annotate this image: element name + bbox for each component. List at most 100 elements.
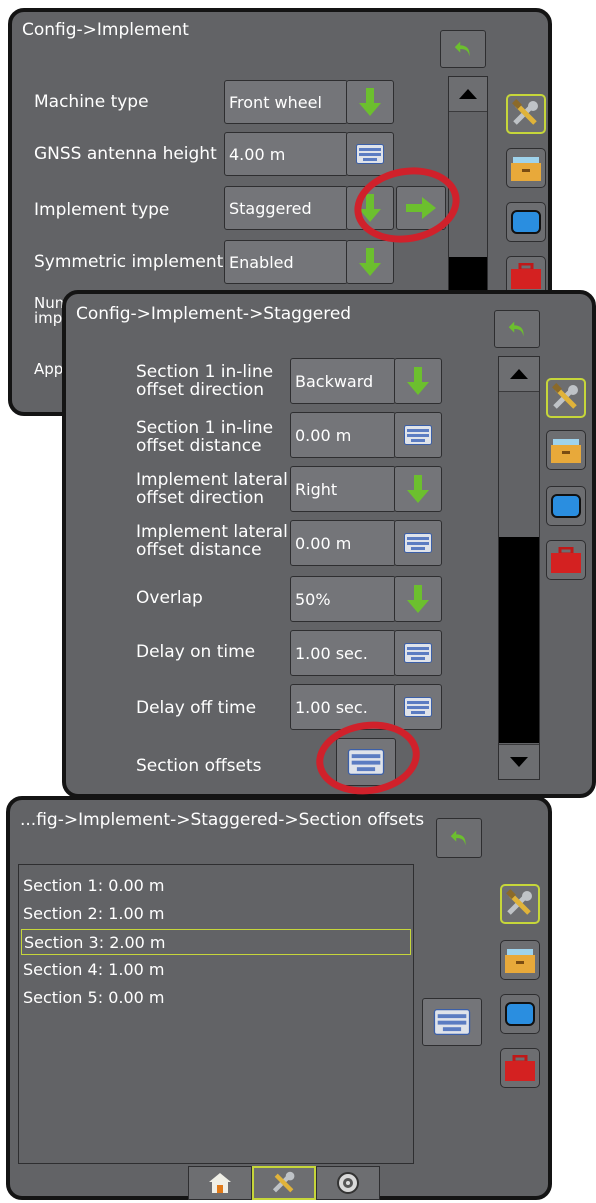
toolbox-icon: [551, 547, 581, 573]
symmetric-implement-field[interactable]: Enabled: [224, 240, 348, 284]
number-of-implements-label-line2: imp: [34, 309, 63, 327]
keyboard-icon: [404, 697, 432, 717]
side-display-button[interactable]: [546, 486, 586, 526]
side-tools-button[interactable]: [500, 884, 540, 924]
symmetric-implement-dropdown-button[interactable]: [346, 240, 394, 284]
side-display-button[interactable]: [500, 994, 540, 1034]
back-button[interactable]: [440, 30, 486, 68]
section-offsets-screen: ...fig->Implement->Staggered->Section of…: [6, 796, 552, 1200]
keyboard-icon: [433, 1009, 471, 1035]
section-offsets-list: Section 1: 0.00 m Section 2: 1.00 m Sect…: [18, 864, 414, 1164]
scroll-down-button[interactable]: [499, 744, 539, 779]
lateral-distance-label-line2: offset distance: [136, 540, 262, 560]
machine-type-label: Machine type: [34, 92, 149, 112]
back-button[interactable]: [494, 310, 540, 348]
display-icon: [511, 210, 541, 234]
delay-off-time-keyboard-button[interactable]: [394, 684, 442, 730]
machine-type-dropdown-button[interactable]: [346, 80, 394, 124]
section1-direction-dropdown-button[interactable]: [394, 358, 442, 404]
down-triangle-icon: [510, 757, 528, 767]
toolbox-icon: [505, 1055, 535, 1081]
edit-offset-keyboard-button[interactable]: [422, 998, 482, 1046]
home-icon: [209, 1173, 231, 1193]
side-job-folder-button[interactable]: [546, 430, 586, 470]
lateral-direction-dropdown-button[interactable]: [394, 466, 442, 512]
bottom-tab-bar: [188, 1166, 380, 1200]
screen-title: Config->Implement: [22, 20, 189, 40]
side-display-button[interactable]: [506, 202, 546, 242]
side-toolbox-button[interactable]: [500, 1048, 540, 1088]
lateral-distance-field[interactable]: 0.00 m: [290, 520, 396, 566]
list-item[interactable]: Section 5: 0.00 m: [21, 985, 411, 1011]
job-folder-icon: [551, 439, 581, 463]
delay-off-time-label: Delay off time: [136, 698, 257, 718]
scroll-up-button[interactable]: [449, 77, 487, 112]
staggered-config-screen: Config->Implement->Staggered Section 1 i…: [62, 290, 596, 798]
scrollbar[interactable]: [498, 356, 540, 780]
toolbox-icon: [511, 263, 541, 289]
side-toolbox-button[interactable]: [546, 540, 586, 580]
tab-home[interactable]: [188, 1166, 252, 1200]
tools-icon: [552, 383, 578, 409]
keyboard-icon: [356, 144, 384, 164]
side-tools-button[interactable]: [506, 94, 546, 134]
side-job-folder-button[interactable]: [500, 940, 540, 980]
implement-type-field[interactable]: Staggered: [224, 186, 348, 230]
list-item-selected[interactable]: Section 3: 2.00 m: [21, 929, 411, 955]
gnss-antenna-height-label: GNSS antenna height: [34, 144, 217, 164]
delay-on-time-label: Delay on time: [136, 642, 256, 662]
gnss-antenna-height-keyboard-button[interactable]: [346, 132, 394, 176]
green-down-arrow-icon: [407, 585, 429, 613]
implement-type-label: Implement type: [34, 200, 170, 220]
gnss-antenna-height-field[interactable]: 4.00 m: [224, 132, 348, 176]
back-button[interactable]: [436, 818, 482, 858]
screen-title: ...fig->Implement->Staggered->Section of…: [20, 810, 425, 830]
machine-type-field[interactable]: Front wheel: [224, 80, 348, 124]
lateral-direction-field[interactable]: Right: [290, 466, 396, 512]
overlap-dropdown-button[interactable]: [394, 576, 442, 622]
app-label: App: [34, 360, 64, 378]
lateral-direction-label-line1: Implement lateral: [136, 470, 288, 490]
gauge-icon: [337, 1172, 359, 1194]
section1-distance-field[interactable]: 0.00 m: [290, 412, 396, 458]
tools-icon: [272, 1171, 295, 1193]
scroll-up-button[interactable]: [499, 357, 539, 392]
section1-direction-field[interactable]: Backward: [290, 358, 396, 404]
lateral-direction-label-line2: offset direction: [136, 488, 264, 508]
overlap-label: Overlap: [136, 588, 203, 608]
section1-distance-label-line1: Section 1 in-line: [136, 418, 274, 438]
display-icon: [551, 494, 581, 518]
keyboard-icon: [404, 533, 432, 553]
up-triangle-icon: [459, 89, 477, 99]
section-offsets-label: Section offsets: [136, 756, 262, 776]
symmetric-implement-label: Symmetric implement: [34, 252, 224, 272]
list-item[interactable]: Section 4: 1.00 m: [21, 957, 411, 983]
overlap-field[interactable]: 50%: [290, 576, 396, 622]
up-triangle-icon: [510, 369, 528, 379]
side-tools-button[interactable]: [546, 378, 586, 418]
screen-title: Config->Implement->Staggered: [76, 304, 352, 324]
tab-gauge[interactable]: [316, 1166, 380, 1200]
job-folder-icon: [505, 949, 535, 973]
job-folder-icon: [511, 157, 541, 181]
delay-on-time-field[interactable]: 1.00 sec.: [290, 630, 396, 676]
display-icon: [505, 1002, 535, 1026]
section1-distance-keyboard-button[interactable]: [394, 412, 442, 458]
delay-on-time-keyboard-button[interactable]: [394, 630, 442, 676]
back-arrow-icon: [508, 321, 524, 337]
section1-direction-label-line1: Section 1 in-line: [136, 362, 274, 382]
lateral-distance-keyboard-button[interactable]: [394, 520, 442, 566]
keyboard-icon: [404, 643, 432, 663]
green-down-arrow-icon: [359, 88, 381, 116]
keyboard-icon: [404, 425, 432, 445]
list-item[interactable]: Section 1: 0.00 m: [21, 873, 411, 899]
section1-direction-label-line2: offset direction: [136, 380, 264, 400]
lateral-distance-label-line1: Implement lateral: [136, 522, 288, 542]
tools-icon: [506, 889, 532, 915]
tab-tools[interactable]: [252, 1166, 316, 1200]
side-job-folder-button[interactable]: [506, 148, 546, 188]
back-arrow-icon: [450, 830, 466, 846]
list-item[interactable]: Section 2: 1.00 m: [21, 901, 411, 927]
tools-icon: [512, 99, 538, 125]
green-down-arrow-icon: [407, 367, 429, 395]
